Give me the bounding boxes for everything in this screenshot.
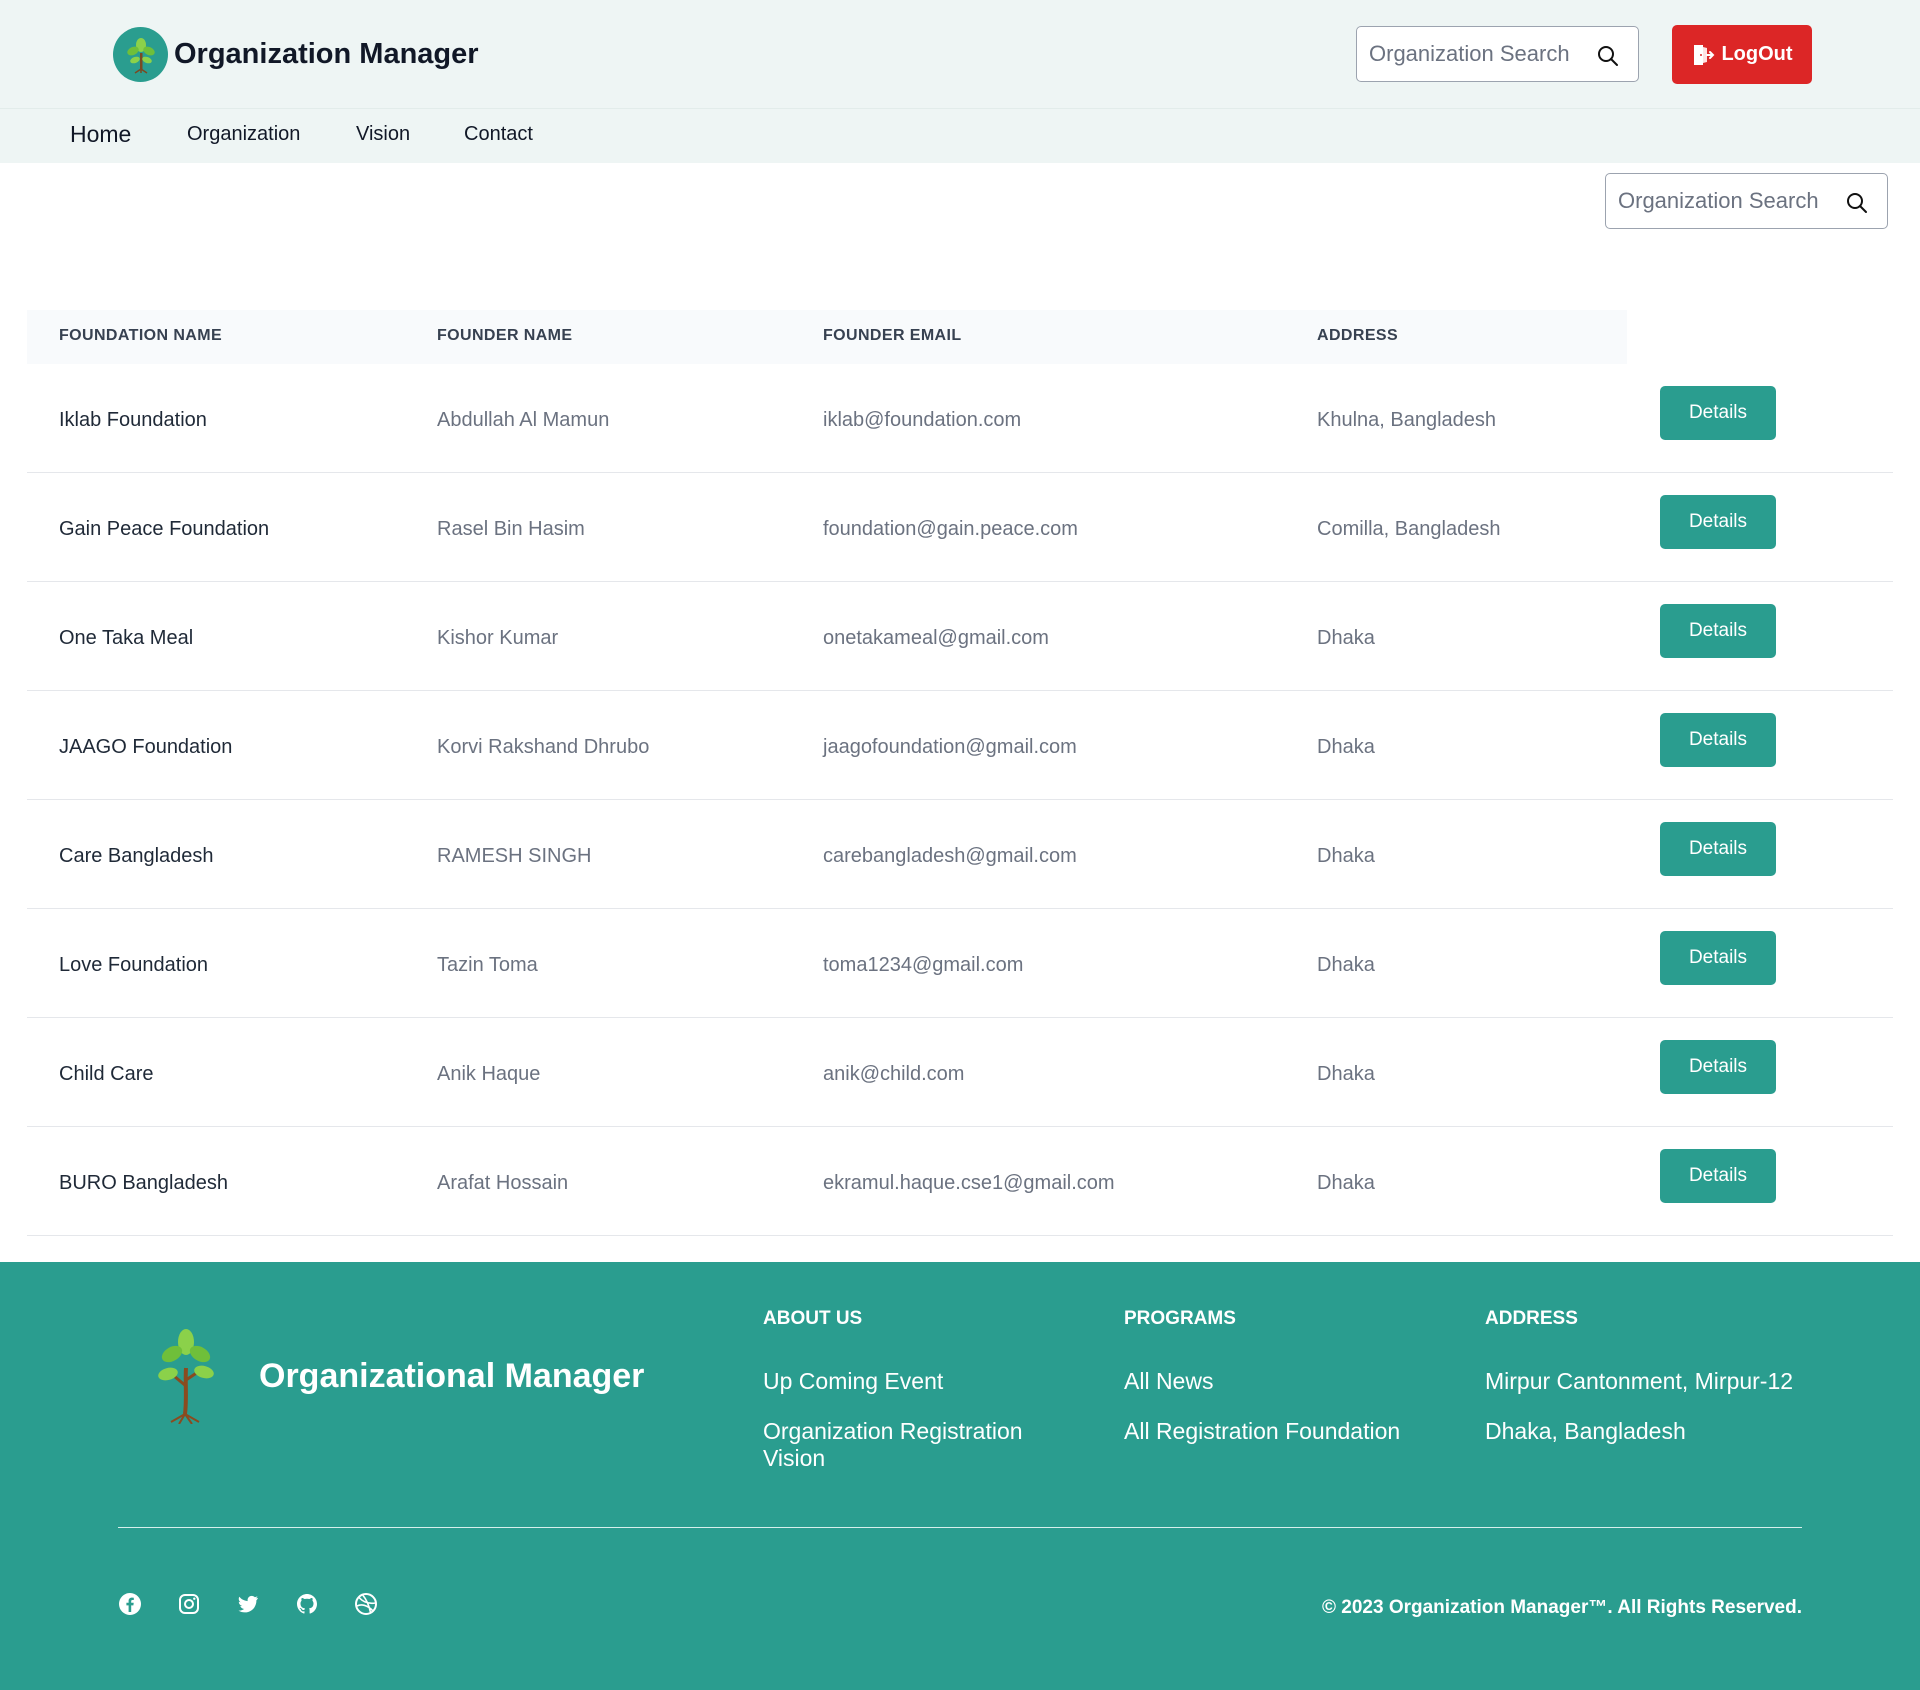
founder-name: Kishor Kumar: [437, 627, 559, 649]
founder-email: foundation@gain.peace.com: [823, 518, 1078, 540]
address: Dhaka: [1317, 736, 1375, 758]
details-button[interactable]: Details: [1660, 931, 1776, 985]
details-button[interactable]: Details: [1660, 822, 1776, 876]
details-button[interactable]: Details: [1660, 713, 1776, 767]
column-address: ADDRESS: [1317, 327, 1399, 344]
footer-link-upcoming-event[interactable]: Up Coming Event: [763, 1368, 1033, 1394]
site-footer: Organizational Manager ABOUT US Up Comin…: [0, 1262, 1920, 1690]
address: Dhaka: [1317, 627, 1375, 649]
founder-email: carebangladesh@gmail.com: [823, 845, 1077, 867]
footer-brand[interactable]: Organizational Manager: [155, 1328, 644, 1424]
header-search-input[interactable]: [1369, 41, 1591, 67]
search-icon[interactable]: [1596, 44, 1620, 68]
address: Khulna, Bangladesh: [1317, 409, 1497, 431]
address-heading: ADDRESS: [1485, 1308, 1578, 1329]
foundation-name: BURO Bangladesh: [59, 1172, 228, 1194]
founder-name: RAMESH SINGH: [437, 845, 592, 867]
founder-email: ekramul.haque.cse1@gmail.com: [823, 1172, 1115, 1194]
address-line: Dhaka, Bangladesh: [1485, 1418, 1686, 1445]
social-links: [118, 1592, 413, 1616]
founder-name: Tazin Toma: [437, 954, 538, 976]
table-row: Iklab Foundation Abdullah Al Mamun iklab…: [27, 364, 1893, 473]
founder-email: toma1234@gmail.com: [823, 954, 1024, 976]
column-foundation-name: FOUNDATION NAME: [59, 327, 223, 344]
logout-door-icon: [1694, 44, 1715, 65]
table-row: JAAGO Foundation Korvi Rakshand Dhrubo j…: [27, 691, 1893, 800]
address: Dhaka: [1317, 845, 1375, 867]
details-button[interactable]: Details: [1660, 604, 1776, 658]
twitter-icon[interactable]: [236, 1592, 260, 1616]
tree-logo-icon: [158, 1329, 214, 1424]
foundation-name: Child Care: [59, 1063, 154, 1085]
footer-link-all-registration[interactable]: All Registration Foundation: [1124, 1418, 1400, 1444]
founder-name: Anik Haque: [437, 1063, 541, 1085]
address: Dhaka: [1317, 954, 1375, 976]
instagram-icon[interactable]: [177, 1592, 201, 1616]
details-button[interactable]: Details: [1660, 495, 1776, 549]
founder-email: jaagofoundation@gmail.com: [823, 736, 1077, 758]
app-title: Organization Manager: [174, 38, 479, 70]
header-search: [1356, 26, 1639, 82]
founder-email: onetakameal@gmail.com: [823, 627, 1049, 649]
main-nav: Home Organization Vision Contact: [0, 109, 1920, 163]
programs-heading: PROGRAMS: [1124, 1308, 1236, 1329]
facebook-icon[interactable]: [118, 1592, 142, 1616]
search-icon[interactable]: [1845, 191, 1869, 215]
table-header: FOUNDATION NAME FOUNDER NAME FOUNDER EMA…: [27, 310, 1627, 364]
table-row: One Taka Meal Kishor Kumar onetakameal@g…: [27, 582, 1893, 691]
founder-name: Rasel Bin Hasim: [437, 518, 585, 540]
github-icon[interactable]: [295, 1592, 319, 1616]
organization-search-input[interactable]: [1618, 188, 1840, 214]
founder-name: Abdullah Al Mamun: [437, 409, 610, 431]
table-row: Care Bangladesh RAMESH SINGH carebanglad…: [27, 800, 1893, 909]
dribbble-icon[interactable]: [354, 1592, 378, 1616]
founder-name: Korvi Rakshand Dhrubo: [437, 736, 650, 758]
logout-label: LogOut: [1721, 43, 1793, 65]
foundation-name: One Taka Meal: [59, 627, 194, 649]
address: Dhaka: [1317, 1063, 1375, 1085]
founder-email: anik@child.com: [823, 1063, 965, 1085]
foundation-name: Gain Peace Foundation: [59, 518, 270, 540]
foundation-name: Iklab Foundation: [59, 409, 207, 431]
top-header: Organization Manager LogOut: [0, 0, 1920, 109]
copyright-text: © 2023 Organization Manager™. All Rights…: [1322, 1597, 1802, 1618]
table-row: BURO Bangladesh Arafat Hossain ekramul.h…: [27, 1127, 1893, 1236]
footer-link-all-news[interactable]: All News: [1124, 1368, 1400, 1394]
details-button[interactable]: Details: [1660, 1149, 1776, 1203]
tree-logo-icon: [113, 27, 168, 82]
footer-about: ABOUT US Up Coming Event Organization Re…: [763, 1308, 1033, 1495]
column-founder-email: FOUNDER EMAIL: [823, 327, 962, 344]
footer-link-organization-registration[interactable]: Organization Registration Vision: [763, 1418, 1033, 1471]
footer-brand-title: Organizational Manager: [259, 1356, 645, 1395]
footer-programs: PROGRAMS All News All Registration Found…: [1124, 1308, 1400, 1469]
table-row: Child Care Anik Haque anik@child.com Dha…: [27, 1018, 1893, 1127]
organization-search: [1605, 173, 1888, 229]
details-button[interactable]: Details: [1660, 386, 1776, 440]
foundation-name: Love Foundation: [59, 954, 209, 976]
nav-contact[interactable]: Contact: [464, 123, 533, 146]
table-row: Love Foundation Tazin Toma toma1234@gmai…: [27, 909, 1893, 1018]
footer-address: ADDRESS Mirpur Cantonment, Mirpur-12 Dha…: [1485, 1308, 1793, 1469]
logout-button[interactable]: LogOut: [1672, 25, 1812, 84]
founder-email: iklab@foundation.com: [823, 409, 1022, 431]
about-heading: ABOUT US: [763, 1308, 863, 1329]
nav-home[interactable]: Home: [70, 121, 131, 148]
address: Dhaka: [1317, 1172, 1375, 1194]
nav-vision[interactable]: Vision: [356, 123, 410, 146]
address-line: Mirpur Cantonment, Mirpur-12: [1485, 1368, 1794, 1394]
table-row: Gain Peace Foundation Rasel Bin Hasim fo…: [27, 473, 1893, 582]
foundation-name: Care Bangladesh: [59, 845, 214, 867]
footer-divider: [118, 1527, 1802, 1528]
founder-name: Arafat Hossain: [437, 1172, 569, 1194]
nav-organization[interactable]: Organization: [187, 123, 300, 146]
foundation-name: JAAGO Foundation: [59, 736, 233, 758]
brand[interactable]: Organization Manager: [113, 27, 479, 82]
address: Comilla, Bangladesh: [1317, 518, 1501, 540]
column-founder-name: FOUNDER NAME: [437, 327, 573, 344]
details-button[interactable]: Details: [1660, 1040, 1776, 1094]
